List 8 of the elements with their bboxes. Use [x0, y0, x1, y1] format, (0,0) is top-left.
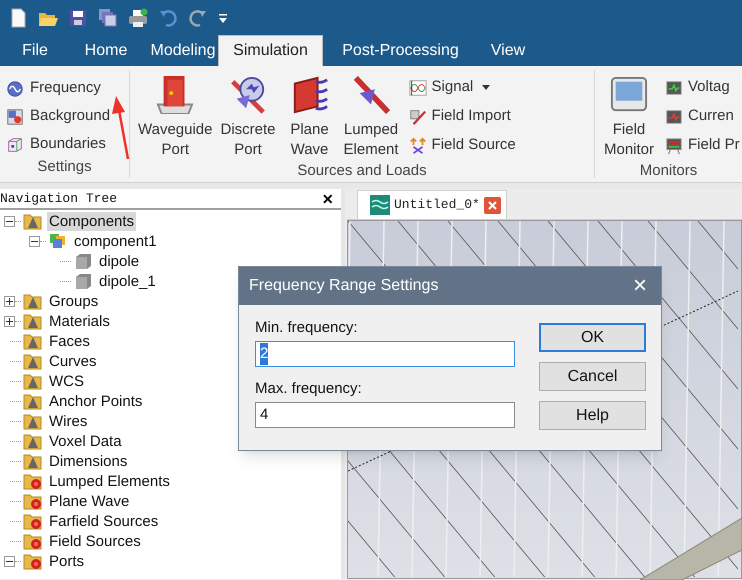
ribbon-group-label: Sources and Loads [296, 161, 428, 181]
ribbon-group-label: Settings [36, 157, 93, 177]
field-label: Min. frequency: [255, 318, 359, 338]
field-label: Max. frequency: [255, 379, 363, 399]
panel-title: Navigation Tree [0, 190, 118, 208]
ribbon-group-label: Monitors [638, 161, 698, 181]
dialog-title: Frequency Range Settings [249, 276, 438, 296]
tab-label: Untitled_0* [394, 196, 480, 214]
